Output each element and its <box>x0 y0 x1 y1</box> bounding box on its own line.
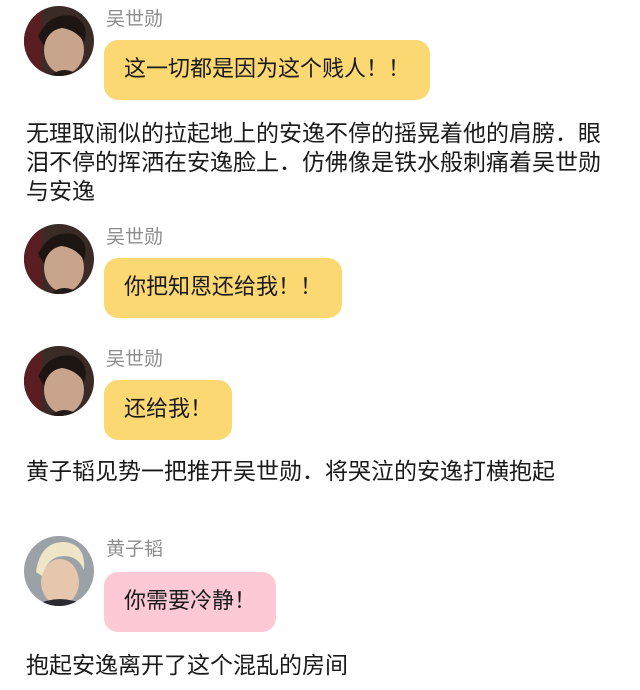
sender-name: 吴世勋 <box>106 8 164 30</box>
avatar[interactable] <box>24 224 94 294</box>
narration-text: 抱起安逸离开了这个混乱的房间 <box>26 653 348 679</box>
narration-text: 无理取闹似的拉起地上的安逸不停的摇晃着他的肩膀．眼泪不停的挥洒在安逸脸上．仿佛像… <box>26 121 601 205</box>
message-bubble[interactable]: 你把知恩还给我！！ <box>104 258 343 318</box>
message-bubble[interactable]: 这一切都是因为这个贱人！！ <box>104 40 431 100</box>
message-bubble[interactable]: 还给我！ <box>104 380 233 440</box>
avatar[interactable] <box>24 346 94 416</box>
sender-name: 吴世勋 <box>106 348 164 370</box>
narration-text: 黄子韬见势一把推开吴世勋．将哭泣的安逸打横抱起 <box>26 459 555 485</box>
sender-name: 黄子韬 <box>106 538 164 560</box>
avatar[interactable] <box>24 536 94 606</box>
sender-name: 吴世勋 <box>106 226 164 248</box>
avatar[interactable] <box>24 6 94 76</box>
message-bubble[interactable]: 你需要冷静！ <box>104 572 277 632</box>
